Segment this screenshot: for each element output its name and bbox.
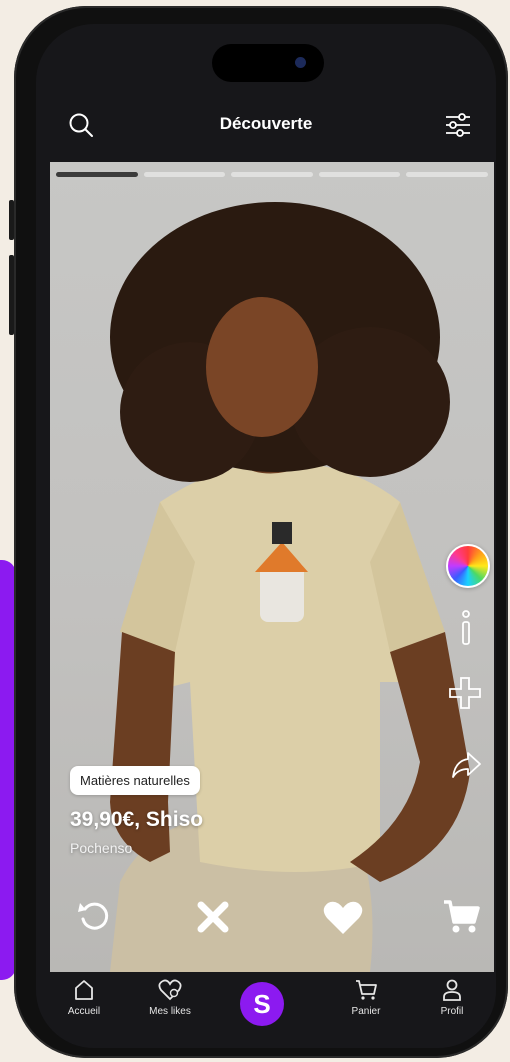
top-bar: Découverte [36,96,496,156]
color-wheel-icon[interactable] [446,544,490,588]
nav-label: Panier [351,1006,381,1017]
cart-icon [356,980,377,1000]
heart-icon[interactable] [322,900,364,941]
app-screen: Découverte Matières naturelles 39,90€, S… [36,24,496,1048]
nav-item-profil[interactable]: Profil [412,978,492,1017]
camera-dot [295,57,306,68]
cart-icon[interactable] [442,898,482,941]
nav-label: Accueil [67,1006,101,1017]
progress-segment [56,172,138,177]
undo-icon[interactable] [76,897,112,938]
nav-item-mes-likes[interactable]: Mes likes [130,978,210,1017]
share-icon[interactable] [450,750,482,785]
nav-item-accueil[interactable]: Accueil [44,978,124,1017]
product-brand[interactable]: Pochenso [70,840,132,856]
nav-label: Mes likes [149,1006,191,1017]
product-photo[interactable]: Matières naturelles 39,90€, Shiso Pochen… [50,162,494,972]
close-icon[interactable] [196,900,230,939]
nav-label: Profil [440,1006,464,1017]
sliders-icon[interactable] [444,112,472,143]
info-icon[interactable] [456,608,476,653]
logo-s[interactable]: S [240,982,284,1026]
product-tag: Matières naturelles [70,766,200,795]
story-progress [56,172,488,177]
progress-segment [406,172,488,177]
progress-segment [143,172,226,177]
user-icon [443,979,461,1001]
phone-frame: Découverte Matières naturelles 39,90€, S… [14,6,508,1058]
bottom-nav: Accueil Mes likes S Panier Profil [36,972,496,1048]
heart-plus-icon [158,979,182,1001]
home-icon [75,980,93,1000]
progress-segment [231,172,313,177]
dynamic-island [212,44,324,82]
product-price-name: 39,90€, Shiso [70,808,204,831]
progress-segment [318,172,401,177]
plus-icon[interactable] [448,676,482,715]
nav-item-panier[interactable]: Panier [326,978,406,1017]
page-title: Découverte [219,114,313,133]
